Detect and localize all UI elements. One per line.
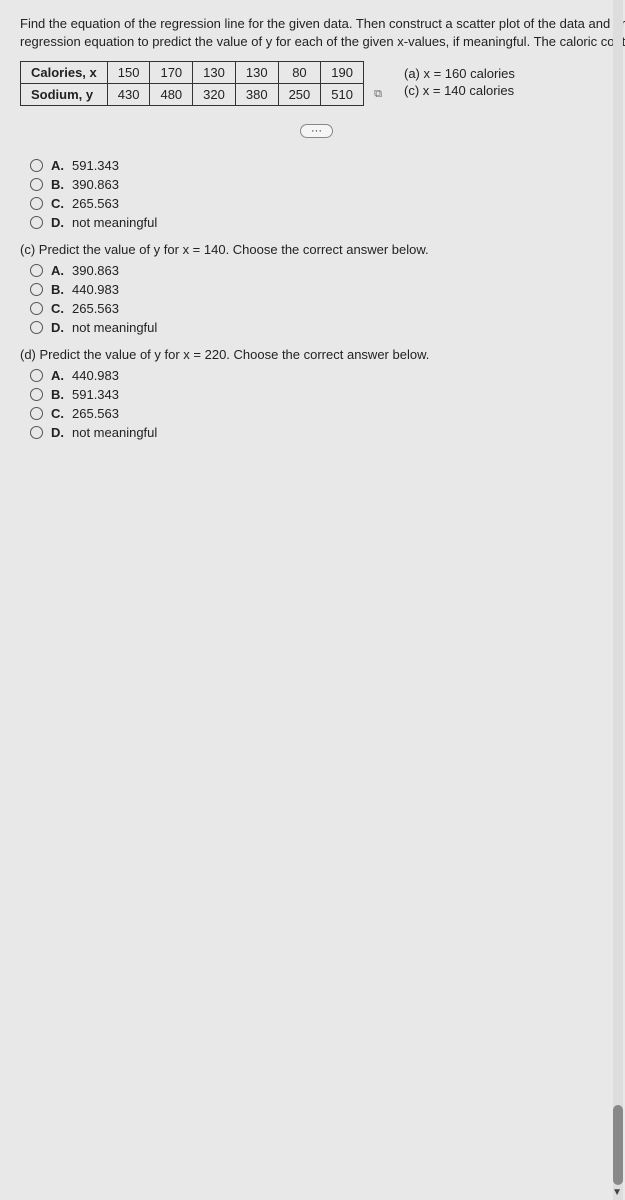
copy-icon[interactable]: ⧉ (374, 88, 382, 101)
radio-icon[interactable] (30, 388, 43, 401)
table-cell: 480 (150, 84, 193, 106)
option-letter: B. (51, 282, 64, 297)
scroll-down-icon[interactable]: ▼ (612, 1187, 622, 1198)
content-row: Calories, x 150 170 130 130 80 190 Sodiu… (20, 61, 625, 101)
option-letter: D. (51, 215, 64, 230)
option-value: 591.343 (72, 387, 119, 402)
scroll-thumb[interactable] (613, 1105, 623, 1185)
sodium-label: Sodium, y (21, 84, 108, 106)
option-row[interactable]: A. 440.983 (30, 368, 625, 383)
table-cell: 80 (278, 62, 321, 84)
option-row[interactable]: C. 265.563 (30, 406, 625, 421)
radio-icon[interactable] (30, 159, 43, 172)
radio-icon[interactable] (30, 302, 43, 315)
table-cell: 130 (193, 62, 236, 84)
table-cell: 380 (235, 84, 278, 106)
option-value: 265.563 (72, 301, 119, 316)
option-value: not meaningful (72, 320, 157, 335)
table-row: Sodium, y 430 480 320 380 250 510 (21, 84, 364, 106)
option-letter: C. (51, 301, 64, 316)
option-letter: D. (51, 320, 64, 335)
table-row: Calories, x 150 170 130 130 80 190 (21, 62, 364, 84)
radio-icon[interactable] (30, 369, 43, 382)
question-c: (c) Predict the value of y for x = 140. … (20, 242, 625, 335)
pred-col-left: (a) x = 160 calories (c) x = 140 calorie… (404, 66, 515, 101)
pred-a: (a) x = 160 calories (404, 66, 515, 81)
question-c-text: (c) Predict the value of y for x = 140. … (20, 242, 625, 257)
intro-text: Find the equation of the regression line… (20, 15, 625, 51)
option-row[interactable]: B. 390.863 (30, 177, 625, 192)
option-row[interactable]: A. 390.863 (30, 263, 625, 278)
table-cell: 250 (278, 84, 321, 106)
option-value: 390.863 (72, 177, 119, 192)
option-row[interactable]: D. not meaningful (30, 320, 625, 335)
radio-icon[interactable] (30, 264, 43, 277)
option-row[interactable]: B. 440.983 (30, 282, 625, 297)
option-value: not meaningful (72, 425, 157, 440)
option-letter: C. (51, 196, 64, 211)
radio-icon[interactable] (30, 216, 43, 229)
option-value: 440.983 (72, 282, 119, 297)
table-cell: 130 (235, 62, 278, 84)
option-row[interactable]: D. not meaningful (30, 425, 625, 440)
radio-icon[interactable] (30, 321, 43, 334)
radio-icon[interactable] (30, 426, 43, 439)
table-cell: 510 (321, 84, 364, 106)
option-letter: C. (51, 406, 64, 421)
question-d: (d) Predict the value of y for x = 220. … (20, 347, 625, 440)
option-value: 265.563 (72, 406, 119, 421)
radio-icon[interactable] (30, 178, 43, 191)
option-letter: A. (51, 158, 64, 173)
group-b-options: A. 591.343 B. 390.863 C. 265.563 D. not … (20, 158, 625, 230)
option-value: 390.863 (72, 263, 119, 278)
table-cell: 430 (107, 84, 150, 106)
radio-icon[interactable] (30, 283, 43, 296)
radio-icon[interactable] (30, 197, 43, 210)
option-value: 265.563 (72, 196, 119, 211)
scrollbar[interactable]: ▼ (613, 0, 623, 1200)
question-d-text: (d) Predict the value of y for x = 220. … (20, 347, 625, 362)
predictions-list: (a) x = 160 calories (c) x = 140 calorie… (404, 66, 625, 101)
option-letter: D. (51, 425, 64, 440)
option-letter: A. (51, 263, 64, 278)
data-table-container: Calories, x 150 170 130 130 80 190 Sodiu… (20, 61, 364, 101)
option-row[interactable]: A. 591.343 (30, 158, 625, 173)
table-cell: 170 (150, 62, 193, 84)
table-cell: 150 (107, 62, 150, 84)
option-value: 440.983 (72, 368, 119, 383)
option-row[interactable]: D. not meaningful (30, 215, 625, 230)
calories-label: Calories, x (21, 62, 108, 84)
option-row[interactable]: C. 265.563 (30, 301, 625, 316)
option-row[interactable]: C. 265.563 (30, 196, 625, 211)
option-letter: A. (51, 368, 64, 383)
option-value: not meaningful (72, 215, 157, 230)
data-table: Calories, x 150 170 130 130 80 190 Sodiu… (20, 61, 364, 106)
radio-icon[interactable] (30, 407, 43, 420)
option-row[interactable]: B. 591.343 (30, 387, 625, 402)
option-letter: B. (51, 387, 64, 402)
pred-c: (c) x = 140 calories (404, 83, 515, 98)
ellipsis-button[interactable]: ··· (300, 124, 333, 138)
table-cell: 190 (321, 62, 364, 84)
table-cell: 320 (193, 84, 236, 106)
option-letter: B. (51, 177, 64, 192)
option-value: 591.343 (72, 158, 119, 173)
